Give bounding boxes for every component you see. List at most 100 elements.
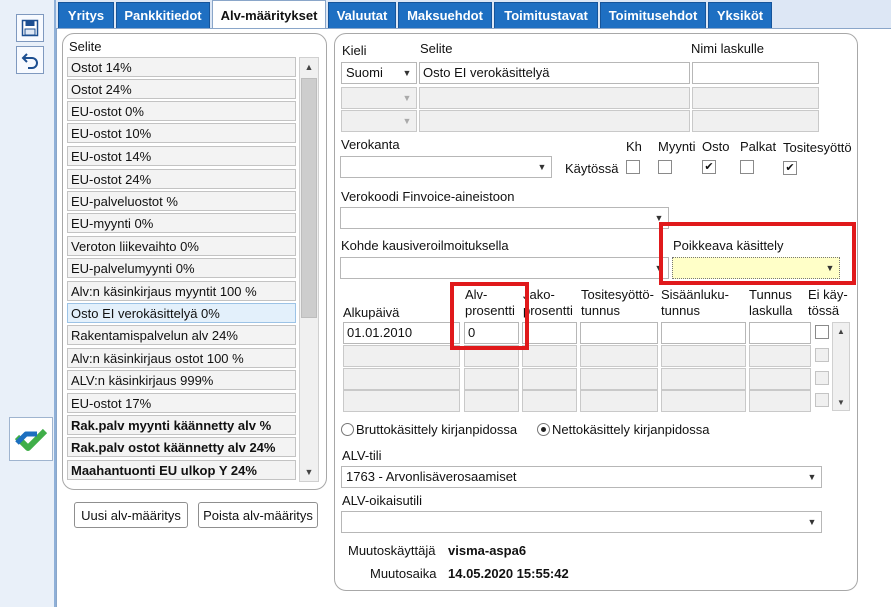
muutosaika-label: Muutosaika	[370, 566, 437, 581]
kh-label: Kh	[626, 139, 642, 154]
col-tosite-2: tunnus	[581, 303, 621, 318]
muutoskayttaja-value: visma-aspa6	[448, 543, 527, 558]
list-item[interactable]: Ostot 24%	[67, 79, 296, 99]
kieli-select[interactable]: Suomi ▼	[341, 62, 417, 84]
selite-input[interactable]: Osto EI verokäsittelyä	[419, 62, 690, 84]
scroll-down-icon[interactable]: ▼	[300, 463, 318, 481]
grid-cell	[749, 368, 811, 390]
visma-logo[interactable]	[9, 417, 53, 461]
scroll-thumb[interactable]	[301, 78, 317, 318]
col-eikay-2: tössä	[808, 303, 840, 318]
sisaanluku-tunnus-input[interactable]	[661, 322, 746, 344]
list-item[interactable]: EU-palveluostot %	[67, 191, 296, 211]
tab-yritys[interactable]: Yritys	[58, 2, 114, 28]
undo-button[interactable]	[16, 46, 44, 74]
scroll-up-icon[interactable]: ▲	[300, 58, 318, 76]
list-item[interactable]: EU-myynti 0%	[67, 213, 296, 233]
alv-prosentti-highlight	[450, 282, 529, 350]
list-item[interactable]: Rakentamispalvelun alv 24%	[67, 325, 296, 345]
alv-tili-select[interactable]: 1763 - Arvonlisäverosaamiset ▼	[341, 466, 822, 488]
tositesyotto-label: Tositesyöttö	[783, 140, 852, 155]
grid-cell	[522, 345, 577, 367]
list-item[interactable]: Alv:n käsinkirjaus ostot 100 %	[67, 348, 296, 368]
alkupaiva-input[interactable]: 01.01.2010	[343, 322, 460, 344]
netto-radio[interactable]	[537, 423, 550, 436]
nimi-input-2	[692, 87, 819, 109]
save-icon	[21, 19, 39, 37]
myynti-checkbox[interactable]	[658, 160, 672, 174]
list-item[interactable]: EU-palvelumyynti 0%	[67, 258, 296, 278]
grid-cell	[661, 368, 746, 390]
list-item[interactable]: EU-ostot 0%	[67, 101, 296, 121]
nimi-input-3	[692, 110, 819, 132]
chevron-down-icon: ▼	[402, 116, 412, 126]
verokoodi-select[interactable]: ▼	[340, 207, 669, 229]
list-item[interactable]: Alv:n käsinkirjaus myyntit 100 %	[67, 281, 296, 301]
nimi-laskulle-input[interactable]	[692, 62, 819, 84]
grid-cell	[580, 368, 658, 390]
osto-checkbox[interactable]: ✔	[702, 160, 716, 174]
checkmark-icon: ✔	[785, 161, 795, 174]
list-item[interactable]: Maahantuonti EU ulkop Y 24%	[67, 460, 296, 480]
undo-icon	[21, 53, 38, 69]
grid-cell	[343, 345, 460, 367]
scroll-up-icon[interactable]: ▲	[833, 323, 849, 339]
col-sisaan-2: tunnus	[661, 303, 701, 318]
tositesyotto-tunnus-input[interactable]	[580, 322, 658, 344]
ei-kaytossa-checkbox[interactable]	[815, 325, 829, 339]
tab-yksikot[interactable]: Yksiköt	[708, 2, 772, 28]
brutto-label: Bruttokäsittely kirjanpidossa	[356, 422, 518, 437]
brutto-radio[interactable]	[341, 423, 354, 436]
kaytossa-label: Käytössä	[565, 161, 619, 176]
poikkeava-select[interactable]: ▼	[672, 257, 840, 279]
jako-prosentti-input[interactable]	[522, 322, 577, 344]
grid-cell	[580, 390, 658, 412]
list-item-selected[interactable]: Osto EI verokäsittelyä 0%	[67, 303, 296, 323]
tunnus-laskulla-input[interactable]	[749, 322, 811, 344]
list-item[interactable]: Veroton liikevaihto 0%	[67, 236, 296, 256]
list-scrollbar[interactable]: ▲ ▼	[299, 57, 319, 482]
tab-pankkitiedot[interactable]: Pankkitiedot	[116, 2, 210, 28]
list-item[interactable]: ALV:n käsinkirjaus 999%	[67, 370, 296, 390]
chevron-down-icon: ▼	[402, 68, 412, 78]
alv-tili-value: 1763 - Arvonlisäverosaamiset	[346, 469, 517, 484]
checkmark-icon: ✔	[704, 160, 714, 173]
col-eikay-1: Ei käy-	[808, 287, 848, 302]
grid-scrollbar[interactable]: ▲ ▼	[832, 322, 850, 411]
verokanta-select[interactable]: ▼	[340, 156, 552, 178]
verokoodi-label: Verokoodi Finvoice-aineistoon	[341, 189, 515, 204]
tositesyotto-checkbox[interactable]: ✔	[783, 161, 797, 175]
col-alkupaiva: Alkupäivä	[343, 305, 400, 320]
list-item[interactable]: EU-ostot 17%	[67, 393, 296, 413]
tab-valuutat[interactable]: Valuutat	[328, 2, 396, 28]
alv-oikaisutili-select[interactable]: ▼	[341, 511, 822, 533]
list-item[interactable]: Ostot 14%	[67, 57, 296, 77]
tab-toimitustavat[interactable]: Toimitustavat	[494, 2, 598, 28]
left-toolbar	[0, 0, 56, 607]
list-item[interactable]: Rak.palv myynti käännetty alv %	[67, 415, 296, 435]
grid-cell	[464, 368, 519, 390]
muutosaika-value: 14.05.2020 15:55:42	[448, 566, 569, 581]
col-sisaan-1: Sisäänluku-	[661, 287, 729, 302]
netto-label: Nettokäsittely kirjanpidossa	[552, 422, 710, 437]
palkat-checkbox[interactable]	[740, 160, 754, 174]
delete-alv-button[interactable]: Poista alv-määritys	[198, 502, 318, 528]
list-item[interactable]: EU-ostot 10%	[67, 123, 296, 143]
tab-alv-maaritykset[interactable]: Alv-määritykset	[212, 0, 326, 29]
save-button[interactable]	[16, 14, 44, 42]
grid-cell	[749, 390, 811, 412]
new-alv-button[interactable]: Uusi alv-määritys	[74, 502, 188, 528]
col-tunnus-1: Tunnus	[749, 287, 792, 302]
list-item[interactable]: EU-ostot 14%	[67, 146, 296, 166]
chevron-down-icon: ▼	[807, 472, 817, 482]
kh-checkbox[interactable]	[626, 160, 640, 174]
kohde-select[interactable]: ▼	[340, 257, 669, 279]
list-item[interactable]: Rak.palv ostot käännetty alv 24%	[67, 437, 296, 457]
scroll-down-icon[interactable]: ▼	[833, 394, 849, 410]
tab-maksuehdot[interactable]: Maksuehdot	[398, 2, 492, 28]
grid-checkbox	[815, 393, 829, 407]
kohde-label: Kohde kausiveroilmoituksella	[341, 238, 509, 253]
list-item[interactable]: EU-ostot 24%	[67, 169, 296, 189]
tab-toimitusehdot[interactable]: Toimitusehdot	[600, 2, 706, 28]
selite-input-3	[419, 110, 690, 132]
